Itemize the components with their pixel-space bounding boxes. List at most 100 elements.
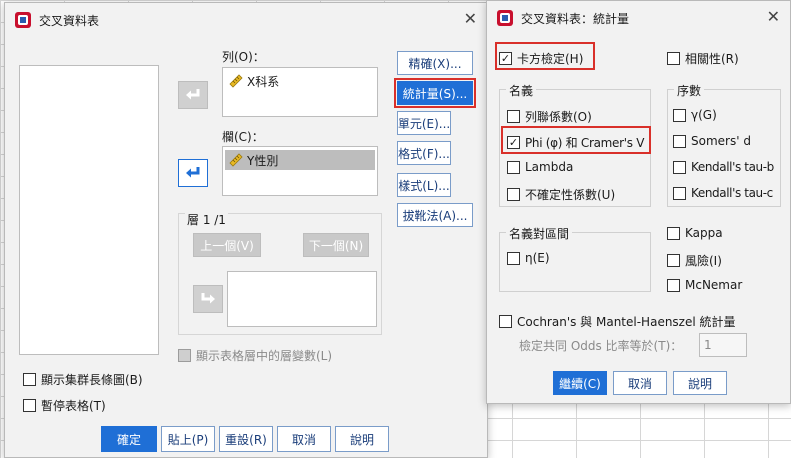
layer-label: 層 1 /1 xyxy=(185,211,228,228)
crosstabs-dialog: 交叉資料表 ✕ 列(O)： X科系 欄(C)： Y性別 層 1 /1 上一個(V… xyxy=(4,2,488,458)
ok-button[interactable]: 確定 xyxy=(101,426,157,452)
kappa-label: Kappa xyxy=(685,226,723,240)
contingency-coefficient-option[interactable]: 列聯係數(O) xyxy=(507,108,592,125)
cells-button[interactable]: 單元(E)... xyxy=(397,111,451,135)
cancel-button[interactable]: 取消 xyxy=(277,426,331,452)
ruler-icon xyxy=(229,74,243,88)
display-layer-variables-option[interactable]: 顯示表格層中的層變數(L) xyxy=(178,347,332,364)
gamma-checkbox[interactable] xyxy=(673,108,686,122)
uncertainty-coefficient-checkbox[interactable] xyxy=(507,188,520,201)
eta-checkbox[interactable] xyxy=(507,251,520,265)
spss-app-icon xyxy=(15,12,31,28)
crosstabs-titlebar: 交叉資料表 xyxy=(5,3,487,37)
move-to-layer-button[interactable] xyxy=(193,285,223,313)
suppress-tables-option[interactable]: 暫停表格(T) xyxy=(23,397,106,414)
help-button[interactable]: 說明 xyxy=(335,426,389,452)
statistics-title: 交叉資料表：統計量 xyxy=(521,11,630,26)
suppress-tables-checkbox[interactable] xyxy=(23,399,36,412)
kappa-option[interactable]: Kappa xyxy=(667,226,723,240)
columns-variable-label: Y性別 xyxy=(247,153,279,168)
arrow-return-icon xyxy=(186,89,200,100)
risk-label: 風險(I) xyxy=(685,254,722,268)
kendall-tau-b-option[interactable]: Kendall's tau-b xyxy=(673,160,774,174)
clustered-bar-checkbox[interactable] xyxy=(23,373,36,386)
paste-button[interactable]: 貼上(P) xyxy=(161,426,215,452)
spss-app-icon xyxy=(497,10,513,26)
risk-checkbox[interactable] xyxy=(667,254,680,267)
phi-cramers-v-highlight xyxy=(501,126,651,154)
uncertainty-coefficient-option[interactable]: 不確定性係數(U) xyxy=(507,186,615,203)
eta-label: η(E) xyxy=(525,251,550,265)
cancel-button[interactable]: 取消 xyxy=(613,371,667,395)
bootstrap-button[interactable]: 拔靴法(A)... xyxy=(397,203,473,227)
help-button[interactable]: 說明 xyxy=(673,371,727,395)
lambda-label: Lambda xyxy=(525,160,574,174)
risk-option[interactable]: 風險(I) xyxy=(667,252,722,269)
kendall-tau-c-option[interactable]: Kendall's tau-c xyxy=(673,186,773,200)
somers-d-option[interactable]: Somers' d xyxy=(673,134,751,148)
lambda-option[interactable]: Lambda xyxy=(507,160,573,174)
kendall-tau-b-checkbox[interactable] xyxy=(673,160,686,174)
nominal-by-interval-title: 名義對區間 xyxy=(506,225,573,242)
correlations-checkbox[interactable] xyxy=(667,52,680,65)
mcnemar-option[interactable]: McNemar xyxy=(667,278,742,292)
rows-list[interactable]: X科系 xyxy=(222,67,378,117)
move-to-columns-button[interactable] xyxy=(178,159,208,187)
kendall-tau-b-label: Kendall's tau-b xyxy=(691,160,774,174)
statistics-titlebar: 交叉資料表：統計量 xyxy=(487,1,790,35)
rows-label: 列(O)： xyxy=(222,50,265,64)
source-variable-list[interactable] xyxy=(19,65,159,355)
cmh-checkbox[interactable] xyxy=(499,315,512,328)
odds-ratio-label: 檢定共同 Odds 比率等於(T)： xyxy=(519,339,683,353)
correlations-label: 相關性(R) xyxy=(685,52,739,66)
gamma-option[interactable]: γ(G) xyxy=(673,108,717,122)
somers-d-label: Somers' d xyxy=(691,134,751,148)
correlations-option[interactable]: 相關性(R) xyxy=(667,50,739,67)
crosstabs-title: 交叉資料表 xyxy=(39,13,100,28)
rows-variable-label: X科系 xyxy=(247,74,280,89)
columns-label: 欄(C)： xyxy=(222,130,264,144)
close-icon[interactable]: ✕ xyxy=(464,11,477,27)
lambda-checkbox[interactable] xyxy=(507,160,520,174)
continue-button[interactable]: 繼續(C) xyxy=(553,371,607,395)
statistics-dialog: 交叉資料表：統計量 ✕ ✓ 卡方檢定(H) 相關性(R) 名義 列聯係數(O) … xyxy=(486,0,791,404)
arrow-return-icon xyxy=(186,167,200,178)
eta-option[interactable]: η(E) xyxy=(507,251,550,265)
kendall-tau-c-label: Kendall's tau-c xyxy=(691,186,773,200)
cmh-label: Cochran's 與 Mantel-Haenszel 統計量 xyxy=(517,315,736,329)
mcnemar-label: McNemar xyxy=(685,278,743,292)
layer-list[interactable] xyxy=(227,271,377,327)
gamma-label: γ(G) xyxy=(691,108,717,122)
chi-square-highlight xyxy=(495,42,595,70)
statistics-highlight xyxy=(394,78,476,108)
ordinal-group-title: 序數 xyxy=(674,82,705,99)
uncertainty-coefficient-label: 不確定性係數(U) xyxy=(525,188,616,202)
close-icon[interactable]: ✕ xyxy=(767,9,780,25)
next-layer-button[interactable]: 下一個(N) xyxy=(303,233,369,257)
somers-d-checkbox[interactable] xyxy=(673,134,686,148)
previous-layer-button[interactable]: 上一個(V) xyxy=(193,233,261,257)
cmh-option[interactable]: Cochran's 與 Mantel-Haenszel 統計量 xyxy=(499,313,736,330)
contingency-coefficient-checkbox[interactable] xyxy=(507,110,520,123)
mcnemar-checkbox[interactable] xyxy=(667,278,680,292)
display-layer-checkbox[interactable] xyxy=(178,349,191,362)
format-button[interactable]: 格式(F)... xyxy=(397,141,451,165)
suppress-tables-label: 暫停表格(T) xyxy=(41,399,106,413)
nominal-group-title: 名義 xyxy=(506,82,537,99)
style-button[interactable]: 樣式(L)... xyxy=(397,173,451,197)
reset-button[interactable]: 重設(R) xyxy=(219,426,273,452)
display-layer-label: 顯示表格層中的層變數(L) xyxy=(196,349,333,363)
ruler-icon xyxy=(229,153,243,167)
clustered-bar-option[interactable]: 顯示集群長條圖(B) xyxy=(23,371,143,388)
kendall-tau-c-checkbox[interactable] xyxy=(673,186,686,200)
exact-button[interactable]: 精確(X)... xyxy=(397,51,473,75)
columns-list[interactable]: Y性別 xyxy=(222,146,378,196)
list-item[interactable]: X科系 xyxy=(225,71,375,91)
move-to-rows-button[interactable] xyxy=(178,81,208,109)
odds-ratio-input[interactable] xyxy=(699,333,747,357)
clustered-bar-label: 顯示集群長條圖(B) xyxy=(41,373,143,387)
list-item[interactable]: Y性別 xyxy=(225,150,375,170)
arrow-right-icon xyxy=(201,293,215,304)
contingency-coefficient-label: 列聯係數(O) xyxy=(525,110,592,124)
kappa-checkbox[interactable] xyxy=(667,226,680,240)
